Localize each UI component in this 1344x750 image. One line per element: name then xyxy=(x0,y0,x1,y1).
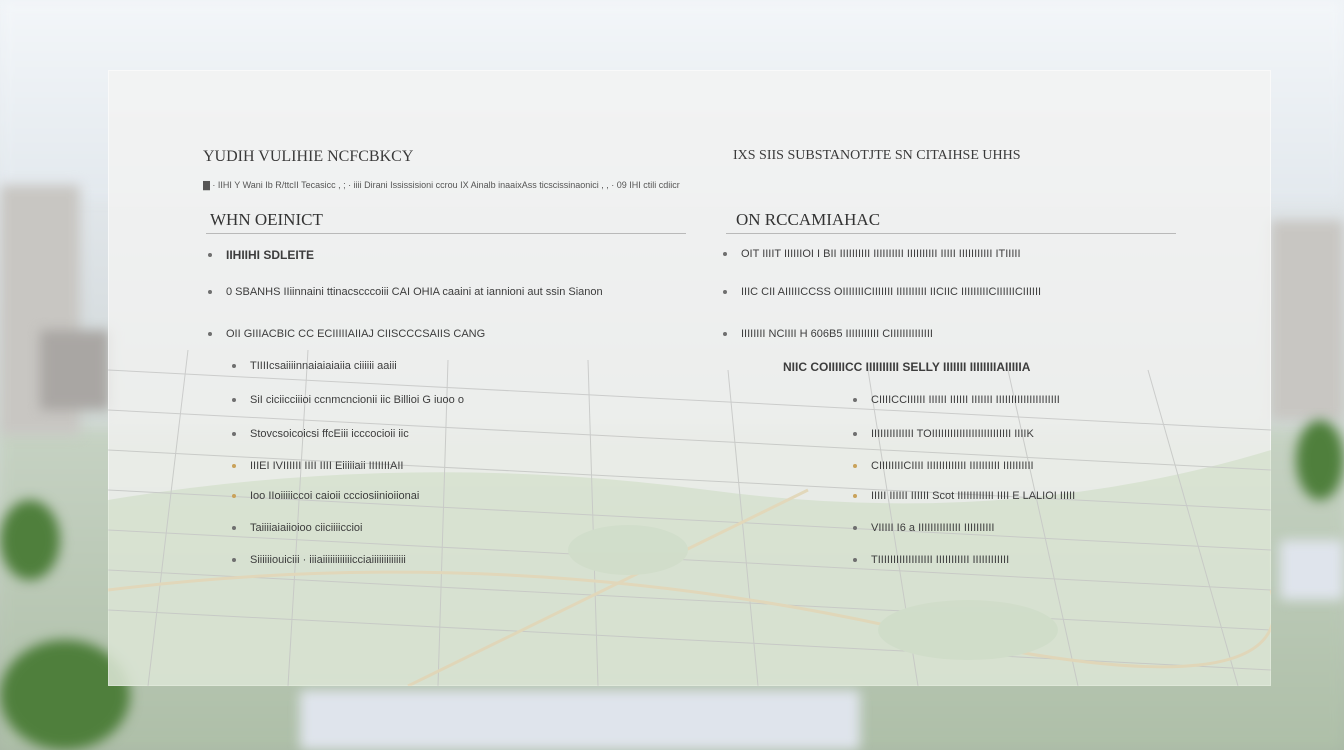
roof-bottom xyxy=(300,690,860,750)
list-item-text: IIHIIHI SDLEITE xyxy=(226,248,315,262)
right-subtitle: IXS SIIS SUBSTANOTJTE SN CITAIHSE UHHS xyxy=(733,148,1021,163)
list-item-text: Stovcsoicoicsi ffcEiii icccocioii iic xyxy=(250,428,409,440)
list-item-text: TIIIIcsaiiiinnaiaiaiaiia ciiiiii aaiii xyxy=(250,360,397,372)
list-item: VIIIII I6 a IIIIIIIIIIIIII IIIIIIIIII xyxy=(853,522,994,534)
bullet-icon xyxy=(232,432,236,436)
list-item: CIIIICCIIIIII IIIIII IIIIII IIIIIII IIII… xyxy=(853,394,1060,406)
building-right xyxy=(1270,220,1344,420)
list-item: Siiiiiiouiciii · iiiaiiiiiiiiiiiicciaiii… xyxy=(232,554,406,566)
list-item-text: OIT IIIIT IIIIIIOI I BII IIIIIIIIII IIII… xyxy=(741,248,1021,260)
list-item-text: VIIIII I6 a IIIIIIIIIIIIII IIIIIIIIII xyxy=(871,522,995,534)
list-item: IIIIIIIIIIIIII TOIIIIIIIIIIIIIIIIIIIIIII… xyxy=(853,428,1034,440)
right-heading: ON RCCAMIAHAC xyxy=(736,210,881,229)
list-item: TIIIIIIIIIIIIIIIIII IIIIIIIIIII IIIIIIII… xyxy=(853,554,1009,566)
list-item: Taiiiiaiaiioioo ciiciiiiccioi xyxy=(232,522,362,534)
left-heading: WHN OEINICT xyxy=(210,210,323,229)
bullet-icon xyxy=(853,558,857,562)
bullet-icon xyxy=(208,332,212,336)
list-item: SiI ciciicciiioi ccnmcncionii iic Billio… xyxy=(232,394,464,406)
bullet-icon xyxy=(723,252,727,256)
right-divider xyxy=(726,233,1176,234)
list-item-text: IIIEI IVIIIIII IIII IIII Eiiiiiaii IIIII… xyxy=(250,460,404,472)
list-item: IIIEI IVIIIIII IIII IIII Eiiiiiaii IIIII… xyxy=(232,460,403,472)
bullet-icon xyxy=(232,398,236,402)
list-item: Ioo IIoiiiiiccoi caioii ccciosiinioiiona… xyxy=(232,490,419,502)
list-item-text: Siiiiiiouiciii · iiiaiiiiiiiiiiiicciaiii… xyxy=(250,554,406,566)
bullet-icon xyxy=(232,364,236,368)
list-item: OIT IIIIT IIIIIIOI I BII IIIIIIIIII IIII… xyxy=(723,248,1021,260)
list-item: Stovcsoicoicsi ffcEiii icccocioii iic xyxy=(232,428,409,440)
roof-right xyxy=(1280,540,1344,600)
list-item-text: IIIII IIIIII IIIIII Scot IIIIIIIIIIII II… xyxy=(871,490,1076,502)
list-item-text: CIIIICCIIIIII IIIIII IIIIII IIIIIII IIII… xyxy=(871,394,1060,406)
list-item: NIIC COIIIIICC IIIIIIIIII SELLY IIIIIII … xyxy=(783,360,1030,374)
list-item-text: OII GIIIACBIC CC ECIIIIIAIIAJ CIISCCCSAI… xyxy=(226,328,486,340)
list-item-text: Ioo IIoiiiiiccoi caioii ccciosiinioiiona… xyxy=(250,490,420,502)
list-item-text: 0 SBANHS IIiinnaini ttinacscccoiii CAI O… xyxy=(226,286,603,298)
bullet-icon xyxy=(723,290,727,294)
bullet-icon xyxy=(853,398,857,402)
list-item-text: SiI ciciicciiioi ccnmcncionii iic Billio… xyxy=(250,394,464,406)
list-item-text: IIIC CII AIIIIICCSS OIIIIIIICIIIIIII III… xyxy=(741,286,1042,298)
bullet-icon xyxy=(232,494,236,498)
list-item-text: NIIC COIIIIICC IIIIIIIIII SELLY IIIIIII … xyxy=(783,360,1031,374)
bullet-icon xyxy=(208,253,212,257)
bullet-icon xyxy=(208,290,212,294)
bullet-icon xyxy=(232,526,236,530)
left-subtitle: YUDIH VULIHIE NCFCBKCY xyxy=(203,148,414,165)
list-item-text: Taiiiiaiaiioioo ciiciiiiccioi xyxy=(250,522,363,534)
bullet-icon xyxy=(232,464,236,468)
bullet-icon xyxy=(853,432,857,436)
bullet-icon xyxy=(853,464,857,468)
left-divider xyxy=(206,233,686,234)
list-item-text: IIIIIIIIIIIIII TOIIIIIIIIIIIIIIIIIIIIIII… xyxy=(871,428,1034,440)
bullet-icon xyxy=(853,526,857,530)
list-item-text: CIIIIIIIICIIII IIIIIIIIIIIII IIIIIIIIII … xyxy=(871,460,1034,472)
list-item: OII GIIIACBIC CC ECIIIIIAIIAJ CIISCCCSAI… xyxy=(208,328,485,340)
building-left-low xyxy=(40,330,110,410)
tree-left xyxy=(0,500,60,580)
list-item-text: TIIIIIIIIIIIIIIIIII IIIIIIIIIII IIIIIIII… xyxy=(871,554,1010,566)
list-item: IIIC CII AIIIIICCSS OIIIIIIICIIIIIII III… xyxy=(723,286,1041,298)
list-item: IIIII IIIIII IIIIII Scot IIIIIIIIIIII II… xyxy=(853,490,1075,502)
left-fine-print: ▇ · IIHI Y Wani Ib R/ttcII Tecasicc , ; … xyxy=(203,180,680,190)
bullet-icon xyxy=(853,494,857,498)
list-item: IIIIIIII NCIIII H 606B5 IIIIIIIIIII CIII… xyxy=(723,328,933,340)
list-item: IIHIIHI SDLEITE xyxy=(208,248,314,262)
info-panel: YUDIH VULIHIE NCFCBKCY ▇ · IIHI Y Wani I… xyxy=(108,70,1271,686)
bullet-icon xyxy=(232,558,236,562)
list-item: CIIIIIIIICIIII IIIIIIIIIIIII IIIIIIIIII … xyxy=(853,460,1034,472)
tree-right xyxy=(1296,420,1344,500)
bullet-icon xyxy=(723,332,727,336)
list-item: 0 SBANHS IIiinnaini ttinacscccoiii CAI O… xyxy=(208,286,603,298)
list-item-text: IIIIIIII NCIIII H 606B5 IIIIIIIIIII CIII… xyxy=(741,328,933,340)
list-item: TIIIIcsaiiiinnaiaiaiaiia ciiiiii aaiii xyxy=(232,360,397,372)
